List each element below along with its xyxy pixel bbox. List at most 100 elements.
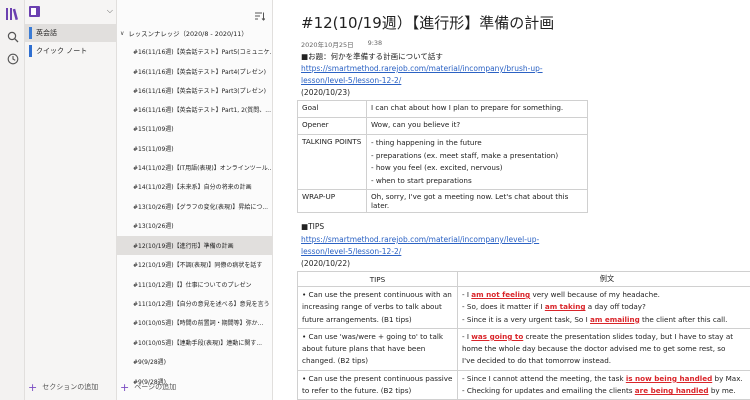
- row-value: Oh, sorry, I've got a meeting now. Let's…: [366, 189, 588, 213]
- example-text: very well because of my headache.: [530, 290, 660, 299]
- page-item[interactable]: #15(11/09週): [117, 139, 272, 158]
- section-label: クイック ノート: [36, 47, 88, 55]
- page-item[interactable]: #13(10/26週): [117, 216, 272, 235]
- sort-icon[interactable]: [255, 6, 266, 25]
- page-item[interactable]: #12(10/19週)【進行形】準備の計画: [117, 236, 272, 255]
- tip-cell: • Can use the present continuous with an…: [297, 286, 458, 329]
- page-item-label: #11(10/12週)【】仕事についてのプレゼン: [133, 282, 252, 289]
- page-item[interactable]: #16(11/16週)【英会話テスト】Part3(プレゼン): [117, 81, 272, 100]
- example-text: create the presentation slides today, bu…: [523, 331, 734, 341]
- example-line: - I am not feeling very well because of …: [462, 289, 750, 301]
- tip-line: increasing range of verbs to talk about: [302, 302, 442, 312]
- column-header-tips: TIPS: [297, 271, 458, 287]
- page-item[interactable]: #12(10/19週)【不調(表現)】同僚の病状を話す: [117, 255, 272, 274]
- lesson-link-2[interactable]: https://smartmethod.rarejob.com/material…: [301, 235, 539, 244]
- page-item-label: #15(11/09週): [133, 126, 174, 133]
- page-item[interactable]: #15(11/09週): [117, 119, 272, 138]
- lesson-link-1[interactable]: https://smartmethod.rarejob.com/material…: [301, 64, 543, 73]
- add-page-label: ページの追加: [134, 383, 177, 391]
- example-text: a day off today?: [585, 302, 646, 312]
- section-color-bar: [29, 45, 32, 57]
- section-label: 英会話: [36, 29, 57, 37]
- page-item[interactable]: #14(11/02週)【IT用語(表現)】オンラインツール...: [117, 158, 272, 177]
- page-title[interactable]: #12(10/19週）【進行形】準備の計画: [301, 12, 554, 33]
- page-item[interactable]: #11(10/12週)【自分の意見を述べる】意見を言う: [117, 294, 272, 313]
- search-icon[interactable]: [5, 29, 21, 45]
- table-row: Opener Wow, can you believe it?: [297, 117, 588, 135]
- page-group-header[interactable]: ∨ レッスンナレッジ（2020/8 - 2020/11）: [117, 26, 272, 40]
- add-section-label: セクションの追加: [42, 383, 99, 391]
- row-key: TALKING POINTS: [297, 134, 367, 190]
- example-line: - Since it is a very urgent task, So I a…: [462, 314, 750, 326]
- tip-line: future arrangements. (B1 tips): [302, 314, 412, 324]
- tip-line: changed. (B2 tips): [302, 356, 369, 366]
- chevron-down-icon: ∨: [120, 29, 125, 37]
- onenote-window: ⌵ 英会話 クイック ノート + セクションの追加 ∨ レッスンナレッジ（202…: [0, 0, 750, 400]
- plus-icon: +: [28, 380, 38, 394]
- page-item-label: #12(10/19週)【不調(表現)】同僚の病状を話す: [133, 262, 263, 269]
- table-row: Goal I can chat about how I plan to prep…: [297, 100, 588, 118]
- page-meta: 2020年10月25日 9:38: [301, 39, 382, 49]
- example-line: I've decided to do that tomorrow instead…: [462, 355, 750, 367]
- add-section-button[interactable]: + セクションの追加: [28, 380, 99, 394]
- page-item-label: #10(10/05週)【時間の前置詞・期間等】弥か...: [133, 320, 264, 327]
- page-item-label: #15(11/09週): [133, 146, 174, 153]
- icon-rail: [0, 0, 25, 400]
- highlighted-phrase: was going to: [471, 331, 524, 341]
- section-color-bar: [29, 27, 32, 39]
- section-item-eikaiwa[interactable]: 英会話: [25, 24, 117, 42]
- page-pane: ∨ レッスンナレッジ（2020/8 - 2020/11） #16(11/16週)…: [117, 0, 273, 400]
- tips-heading: ■TIPS: [301, 222, 325, 231]
- page-item[interactable]: #16(11/16週)【英会話テスト】Part4(プレゼン): [117, 62, 272, 81]
- page-item[interactable]: #13(10/26週)【グラフの変化(表現)】昇給につ...: [117, 197, 272, 216]
- section-item-quick-notes[interactable]: クイック ノート: [25, 42, 117, 60]
- topic-text: ■お題：何かを準備する計画について話す: [301, 52, 443, 61]
- column-header-examples: 例文: [457, 271, 750, 287]
- page-item[interactable]: #10(10/05週)【時間の前置詞・期間等】弥か...: [117, 313, 272, 332]
- table-row: WRAP-UP Oh, sorry, I've got a meeting no…: [297, 189, 588, 213]
- example-text: - Checking for updates and emailing the …: [462, 386, 635, 396]
- notebook-selector[interactable]: ⌵: [25, 0, 117, 22]
- lesson-link-1-cont[interactable]: lesson/level-5/lesson-12-2/: [301, 76, 401, 85]
- add-page-button[interactable]: + ページの追加: [120, 382, 177, 393]
- highlighted-phrase: am taking: [544, 302, 586, 312]
- page-item[interactable]: #9(9/28週): [117, 352, 272, 371]
- table-row: TALKING POINTS - thing happening in the …: [297, 134, 588, 190]
- page-item-label: #10(10/05週)【連動手段(表現)】連動に関す...: [133, 340, 263, 347]
- page-item-label: #12(10/19週)【進行形】準備の計画: [133, 243, 234, 250]
- page-item[interactable]: #11(10/12週)【】仕事についてのプレゼン: [117, 275, 272, 294]
- tips-table: TIPS 例文 • Can use the present continuous…: [297, 271, 750, 400]
- history-icon[interactable]: [5, 51, 21, 67]
- tip-line: • Can use the present continuous with an: [302, 290, 452, 299]
- notebook-icon: [29, 5, 40, 17]
- page-item[interactable]: #10(10/05週)【連動手段(表現)】連動に関す...: [117, 333, 272, 352]
- lesson-date-2: (2020/10/22): [301, 259, 351, 268]
- page-date: 2020年10月25日: [301, 41, 354, 49]
- row-key: Goal: [297, 100, 367, 118]
- talking-point: - thing happening in the future: [371, 138, 482, 147]
- example-line: - Since I cannot attend the meeting, the…: [462, 373, 750, 385]
- talking-point: - how you feel (ex. excited, nervous): [371, 163, 503, 172]
- example-text: - So, does it matter if I: [462, 302, 545, 312]
- example-text: - Since it is a very urgent task, So I: [462, 314, 591, 324]
- tip-cell: • Can use 'was/were + going to' to talk a…: [297, 327, 458, 371]
- library-icon[interactable]: [5, 6, 21, 22]
- example-text: by me.: [708, 386, 736, 396]
- section-pane: ⌵ 英会話 クイック ノート + セクションの追加: [25, 0, 117, 400]
- page-item-label: #16(11/16週)【英会話テスト】Part1, 2(質問、...: [133, 107, 271, 114]
- page-item[interactable]: #16(11/16週)【英会話テスト】Part5(コミュニケ...: [117, 42, 272, 61]
- chevron-down-icon: ⌵: [106, 6, 113, 15]
- example-text: - I: [462, 290, 472, 299]
- page-item[interactable]: #14(11/02週)【未来系】自分の将来の計画: [117, 177, 272, 196]
- page-item-label: #14(11/02週)【未来系】自分の将来の計画: [133, 184, 252, 191]
- tip-line: • Can use 'was/were + going to' to talk: [302, 331, 444, 341]
- page-item-label: #16(11/16週)【英会話テスト】Part4(プレゼン): [133, 69, 266, 76]
- example-line: home the whole day because the doctor ad…: [462, 343, 750, 355]
- lesson-link-2-cont[interactable]: lesson/level-5/lesson-12-2/: [301, 247, 401, 256]
- page-item-label: #9(9/28週): [133, 359, 167, 366]
- highlighted-phrase: is now being handled: [625, 373, 713, 383]
- page-item[interactable]: #16(11/16週)【英会話テスト】Part1, 2(質問、...: [117, 100, 272, 119]
- tip-line: about future plans that have been: [302, 344, 426, 354]
- highlighted-phrase: am not feeling: [471, 290, 531, 299]
- example-line: - Checking for updates and emailing the …: [462, 385, 750, 397]
